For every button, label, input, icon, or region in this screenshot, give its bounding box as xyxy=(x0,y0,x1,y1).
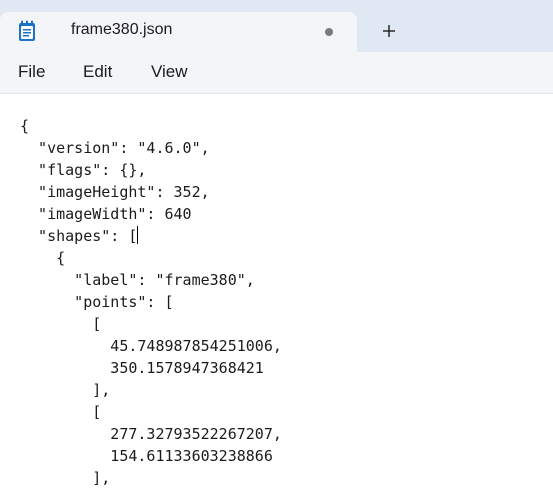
menu-bar: File Edit View xyxy=(0,52,553,94)
editor-line-text: ], xyxy=(20,381,111,399)
menu-file[interactable]: File xyxy=(18,62,45,82)
unsaved-dot-icon[interactable] xyxy=(325,28,333,36)
editor-line-text: [ xyxy=(20,403,102,421)
editor-line-text: { xyxy=(20,249,66,267)
editor-line-text: "label": "frame380", xyxy=(20,271,255,289)
editor-line[interactable]: 45.748987854251006, xyxy=(20,335,282,357)
editor-line[interactable]: "flags": {}, xyxy=(20,159,282,181)
editor-line[interactable]: [ xyxy=(20,313,282,335)
editor-line[interactable]: "shapes": [ xyxy=(20,225,282,247)
editor-line-text: 350.1578947368421 xyxy=(20,359,264,377)
editor-line-text: 277.32793522267207, xyxy=(20,425,282,443)
menu-view[interactable]: View xyxy=(151,62,188,82)
editor-line[interactable]: "imageHeight": 352, xyxy=(20,181,282,203)
title-bar: frame380.json xyxy=(0,0,553,52)
editor-line-text: 154.61133603238866 xyxy=(20,447,273,465)
new-tab-button[interactable] xyxy=(378,20,400,42)
editor-line[interactable]: 154.61133603238866 xyxy=(20,445,282,467)
plus-icon xyxy=(383,25,395,37)
tab-frame380-json[interactable]: frame380.json xyxy=(0,12,357,52)
editor-line-text: "flags": {}, xyxy=(20,161,147,179)
editor-line-text: "imageHeight": 352, xyxy=(20,183,210,201)
editor-line[interactable]: ], xyxy=(20,379,282,401)
editor-line[interactable]: 350.1578947368421 xyxy=(20,357,282,379)
editor-line-text: { xyxy=(20,117,30,135)
text-caret xyxy=(137,226,139,244)
menu-edit[interactable]: Edit xyxy=(83,62,112,82)
editor-line-text: "imageWidth": 640 xyxy=(20,205,192,223)
editor-line-text: "version": "4.6.0", xyxy=(20,139,210,157)
editor-line[interactable]: ], xyxy=(20,467,282,489)
editor-line[interactable]: { xyxy=(20,115,282,137)
editor-line[interactable]: "points": [ xyxy=(20,291,282,313)
notepad-icon xyxy=(16,20,38,42)
editor-line[interactable]: { xyxy=(20,247,282,269)
editor-line[interactable]: "label": "frame380", xyxy=(20,269,282,291)
editor-line-text: [ xyxy=(20,315,102,333)
editor-line-text: ], xyxy=(20,469,111,487)
editor-line-text: "shapes": [ xyxy=(20,227,138,245)
editor-line[interactable]: "version": "4.6.0", xyxy=(20,137,282,159)
tab-title: frame380.json xyxy=(71,21,173,38)
text-editor[interactable]: { "version": "4.6.0", "flags": {}, "imag… xyxy=(0,94,553,493)
editor-content[interactable]: { "version": "4.6.0", "flags": {}, "imag… xyxy=(20,115,282,489)
notepad-window: frame380.json File Edit View { "version"… xyxy=(0,0,553,493)
editor-line[interactable]: "imageWidth": 640 xyxy=(20,203,282,225)
editor-line[interactable]: [ xyxy=(20,401,282,423)
editor-line-text: 45.748987854251006, xyxy=(20,337,282,355)
editor-line-text: "points": [ xyxy=(20,293,174,311)
editor-line[interactable]: 277.32793522267207, xyxy=(20,423,282,445)
